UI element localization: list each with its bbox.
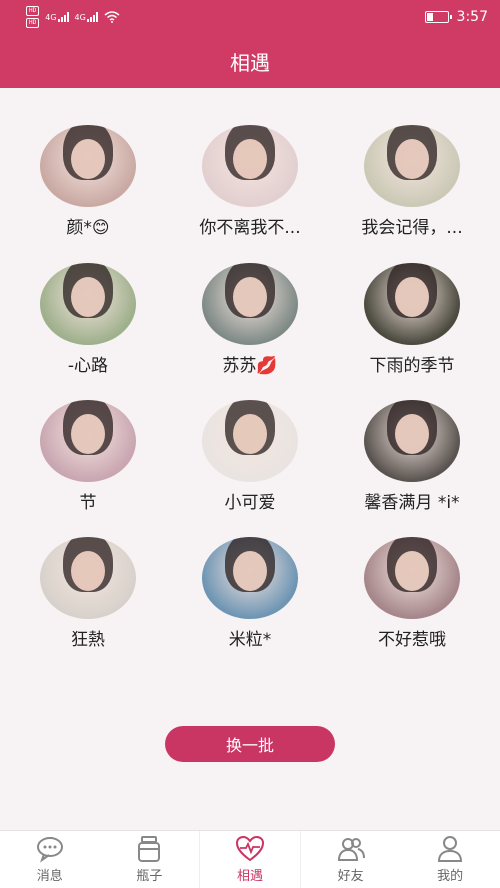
person-card[interactable]: 你不离我不... [170,125,330,238]
avatar[interactable] [364,125,460,207]
status-bar: HD HD 4G 4G 3:57 [0,0,500,34]
friends-icon [337,838,365,861]
status-left: HD HD 4G 4G [26,6,120,28]
nav-label: 我的 [437,869,464,884]
profile-icon [438,836,463,862]
bottom-nav: 消息 瓶子 相遇 好友 我的 [0,830,500,888]
person-card[interactable]: 节 [8,400,168,513]
person-name: 小可爱 [224,493,276,513]
signal-icon: 4G [45,12,69,22]
page-title: 相遇 [230,50,270,75]
wifi-icon [104,11,120,23]
status-right: 3:57 [424,9,488,25]
nav-label: 消息 [36,869,63,884]
avatar[interactable] [364,400,460,482]
person-card[interactable]: 不好惹哦 [332,537,492,650]
nav-tab-friends[interactable]: 好友 [301,831,401,888]
avatar[interactable] [364,263,460,345]
person-name: 狂熱 [71,630,105,650]
nav-label: 相遇 [236,869,263,884]
person-name: -心路 [67,356,109,376]
hd-badges: HD HD [26,6,40,28]
nav-tab-encounter[interactable]: 相遇 [199,831,301,888]
person-card[interactable]: 苏苏💋 [170,263,330,376]
person-name: 苏苏💋 [222,356,278,376]
hd-badge: HD [26,18,40,28]
chat-bubble-icon [36,837,63,863]
person-card[interactable]: -心路 [8,263,168,376]
avatar[interactable] [40,263,136,345]
avatar[interactable] [40,537,136,619]
nav-label: 好友 [337,869,364,884]
nav-tab-me[interactable]: 我的 [400,831,500,888]
avatar[interactable] [40,125,136,207]
person-card[interactable]: 我会记得，... [332,125,492,238]
person-name: 节 [79,493,97,513]
person-name: 不好惹哦 [378,630,446,650]
nav-label: 瓶子 [136,869,163,884]
nav-tab-messages[interactable]: 消息 [0,831,100,888]
person-name: 你不离我不... [199,218,301,238]
clock: 3:57 [456,9,488,25]
person-card[interactable]: 馨香满月 *i* [332,400,492,513]
hd-badge: HD [26,6,40,16]
avatar[interactable] [202,537,298,619]
person-card[interactable]: 狂熱 [8,537,168,650]
person-name: 我会记得，... [361,218,463,238]
network-type: 4G [45,13,57,22]
network-type: 4G [74,13,86,22]
avatar[interactable] [202,263,298,345]
page-header: 相遇 [0,34,500,88]
avatar[interactable] [202,125,298,207]
avatar[interactable] [40,400,136,482]
person-name: 颜*😊 [66,218,110,238]
battery-icon [424,11,452,23]
person-card[interactable]: 下雨的季节 [332,263,492,376]
bottle-icon [138,836,161,862]
person-name: 馨香满月 *i* [364,493,460,513]
person-card[interactable]: 米粒* [170,537,330,650]
avatar[interactable] [364,537,460,619]
person-name: 下雨的季节 [369,356,455,376]
refresh-batch-button[interactable]: 换一批 [165,726,335,762]
person-card[interactable]: 小可爱 [170,400,330,513]
person-name: 米粒* [228,630,272,650]
avatar[interactable] [202,400,298,482]
person-card[interactable]: 颜*😊 [8,125,168,238]
heart-pulse-icon [235,835,264,862]
signal-icon: 4G [75,12,98,22]
nav-tab-bottle[interactable]: 瓶子 [100,831,200,888]
